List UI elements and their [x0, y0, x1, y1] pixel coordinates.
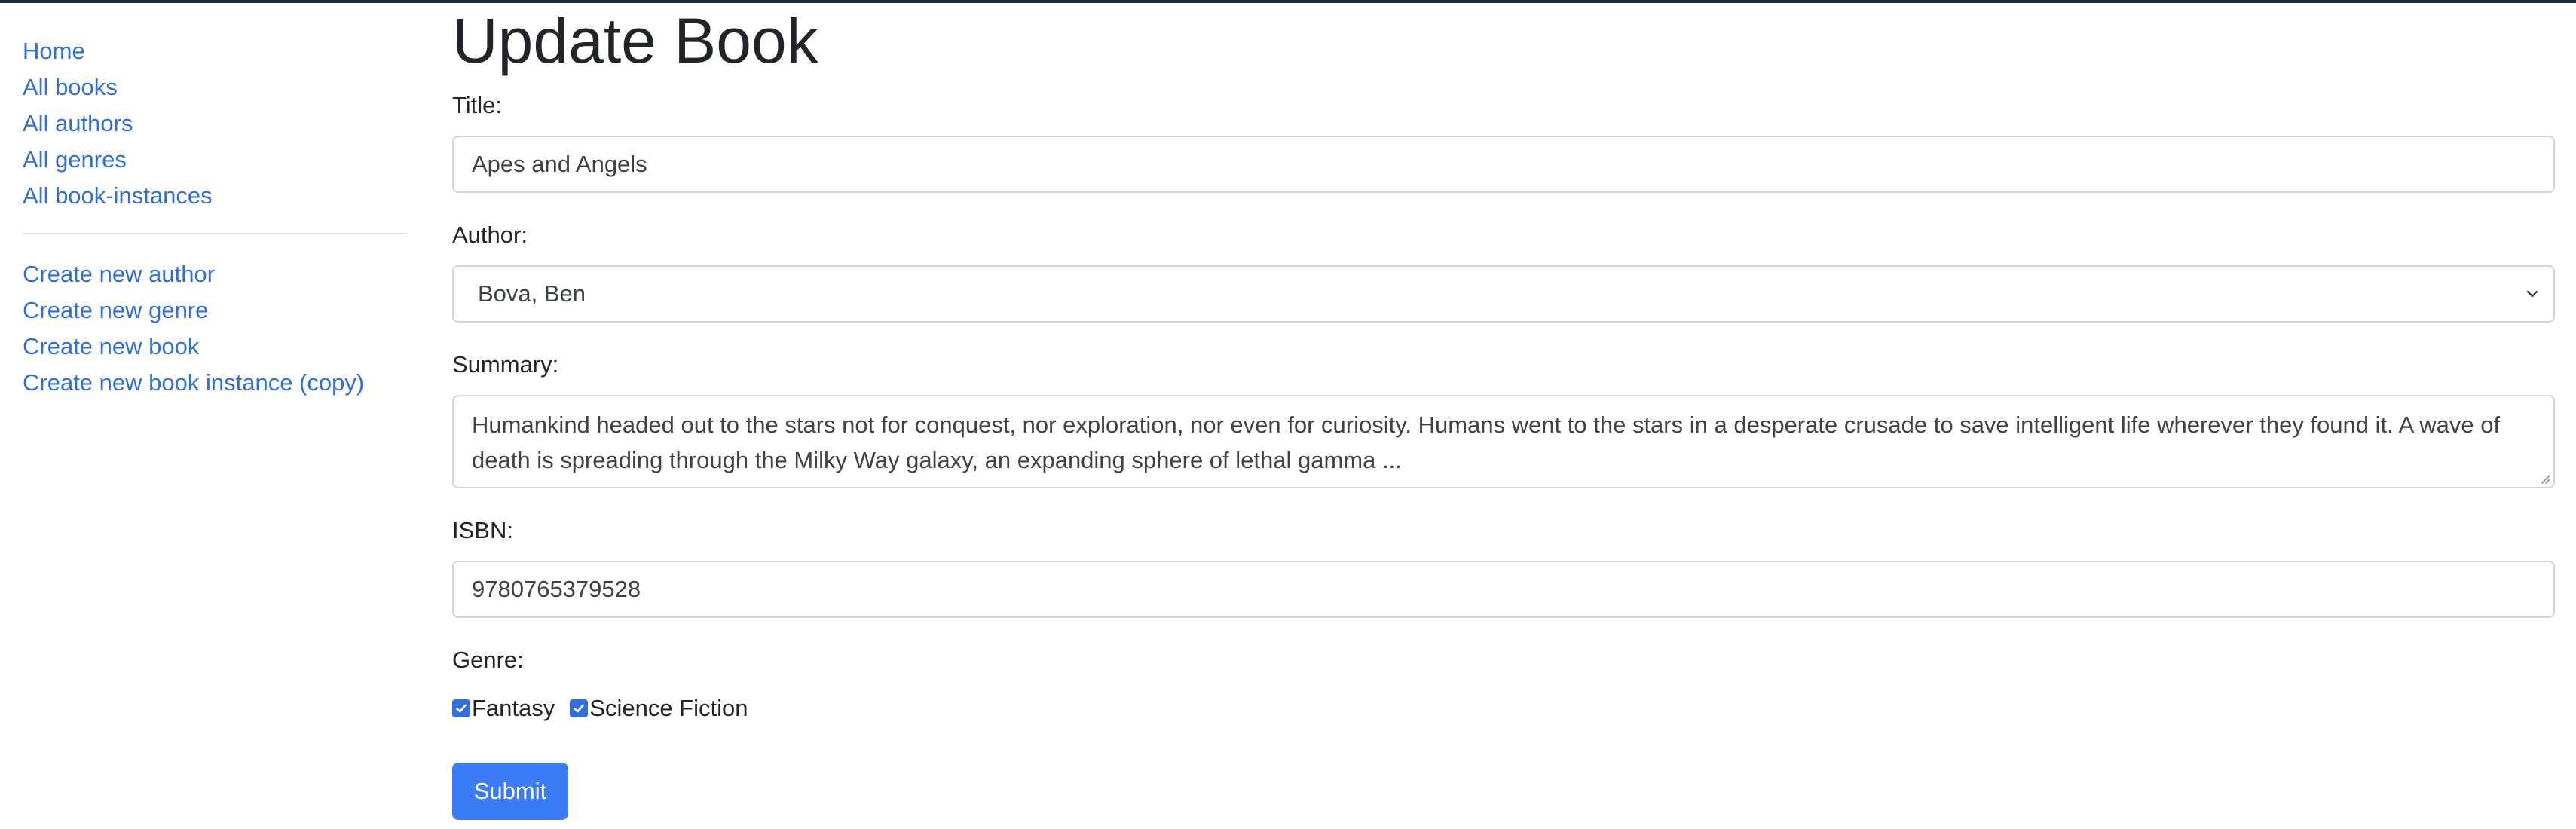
sidebar-divider: [23, 233, 407, 234]
author-select[interactable]: Bova, Ben: [452, 265, 2555, 323]
genre-label: Genre:: [452, 647, 524, 673]
sidebar-link-create-book-instance[interactable]: Create new book instance (copy): [23, 365, 407, 401]
summary-label: Summary:: [452, 351, 559, 378]
isbn-label: ISBN:: [452, 517, 513, 543]
genre-option-label[interactable]: Fantasy: [472, 695, 555, 722]
isbn-input-value: 9780765379528: [472, 576, 641, 602]
check-icon: [456, 704, 467, 713]
title-input[interactable]: Apes and Angels: [452, 136, 2555, 193]
isbn-input[interactable]: 9780765379528: [452, 561, 2555, 618]
check-icon: [574, 704, 585, 713]
sidebar-link-create-book[interactable]: Create new book: [23, 329, 407, 365]
sidebar-link-home[interactable]: Home: [23, 33, 407, 69]
page-title: Update Book: [452, 5, 818, 76]
top-bar: [0, 0, 2576, 3]
summary-textarea-value: Humankind headed out to the stars not fo…: [472, 411, 2501, 473]
genre-checkbox-science-fiction[interactable]: [570, 699, 589, 717]
sidebar-link-all-genres[interactable]: All genres: [23, 142, 407, 178]
resize-grip-icon[interactable]: [2538, 472, 2550, 484]
sidebar-link-all-book-instances[interactable]: All book-instances: [23, 178, 407, 214]
summary-textarea[interactable]: Humankind headed out to the stars not fo…: [452, 395, 2555, 488]
submit-button[interactable]: Submit: [452, 763, 568, 820]
genre-options: Fantasy Science Fiction: [452, 695, 763, 722]
sidebar: Home All books All authors All genres Al…: [23, 33, 407, 401]
sidebar-link-all-books[interactable]: All books: [23, 69, 407, 106]
sidebar-link-create-genre[interactable]: Create new genre: [23, 292, 407, 329]
author-label: Author:: [452, 222, 528, 248]
chevron-down-icon: [2526, 290, 2538, 298]
title-input-value: Apes and Angels: [472, 151, 647, 177]
title-label: Title:: [452, 92, 503, 118]
author-select-value: Bova, Ben: [478, 280, 586, 307]
genre-option-label[interactable]: Science Fiction: [589, 695, 748, 722]
genre-checkbox-fantasy[interactable]: [452, 699, 470, 717]
sidebar-link-all-authors[interactable]: All authors: [23, 106, 407, 142]
sidebar-link-create-author[interactable]: Create new author: [23, 256, 407, 292]
